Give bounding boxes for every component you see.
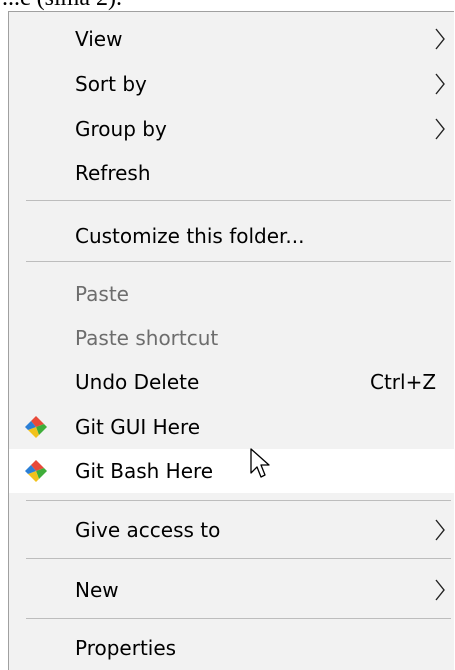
git-icon <box>25 460 47 482</box>
menu-item-label: Git Bash Here <box>75 459 214 483</box>
menu-separator <box>26 200 451 201</box>
menu-item-label: New <box>75 578 119 602</box>
menu-item-label: Undo Delete <box>75 370 200 394</box>
menu-item-undo-delete[interactable]: Undo Delete Ctrl+Z <box>9 360 454 404</box>
menu-item-label: Properties <box>75 636 177 660</box>
menu-item-label: Git GUI Here <box>75 415 201 439</box>
menu-item-customize-folder[interactable]: Customize this folder... <box>9 214 454 258</box>
context-menu: View Sort by Group by Refresh Customize … <box>8 11 454 670</box>
document-text: ...c (sima 2). <box>2 0 122 11</box>
mouse-pointer-icon <box>250 448 270 478</box>
menu-item-group-by[interactable]: Group by <box>9 107 454 151</box>
menu-separator <box>26 500 451 501</box>
menu-item-git-gui-here[interactable]: Git GUI Here <box>9 405 454 449</box>
menu-item-label: Give access to <box>75 518 221 542</box>
menu-item-view[interactable]: View <box>9 17 454 61</box>
menu-item-sort-by[interactable]: Sort by <box>9 62 454 106</box>
chevron-right-icon <box>435 579 445 601</box>
menu-item-properties[interactable]: Properties <box>9 626 454 670</box>
document-text-fragment: ...c (sima 2). <box>0 0 455 11</box>
menu-item-give-access-to[interactable]: Give access to <box>9 508 454 552</box>
menu-item-new[interactable]: New <box>9 568 454 612</box>
menu-separator <box>26 558 451 559</box>
menu-item-refresh[interactable]: Refresh <box>9 151 454 195</box>
menu-item-label: Customize this folder... <box>75 224 305 248</box>
menu-item-label: Paste <box>75 282 129 306</box>
menu-item-label: Refresh <box>75 161 151 185</box>
menu-item-label: View <box>75 27 123 51</box>
menu-separator <box>26 261 451 262</box>
menu-item-label: Group by <box>75 117 167 141</box>
menu-item-label: Sort by <box>75 72 147 96</box>
menu-item-git-bash-here[interactable]: Git Bash Here <box>9 449 454 493</box>
chevron-right-icon <box>435 519 445 541</box>
chevron-right-icon <box>435 73 445 95</box>
chevron-right-icon <box>435 118 445 140</box>
menu-item-paste[interactable]: Paste <box>9 272 454 316</box>
menu-separator <box>26 618 451 619</box>
menu-item-paste-shortcut[interactable]: Paste shortcut <box>9 316 454 360</box>
keyboard-shortcut: Ctrl+Z <box>370 370 437 394</box>
menu-item-label: Paste shortcut <box>75 326 219 350</box>
git-icon <box>25 416 47 438</box>
chevron-right-icon <box>435 28 445 50</box>
